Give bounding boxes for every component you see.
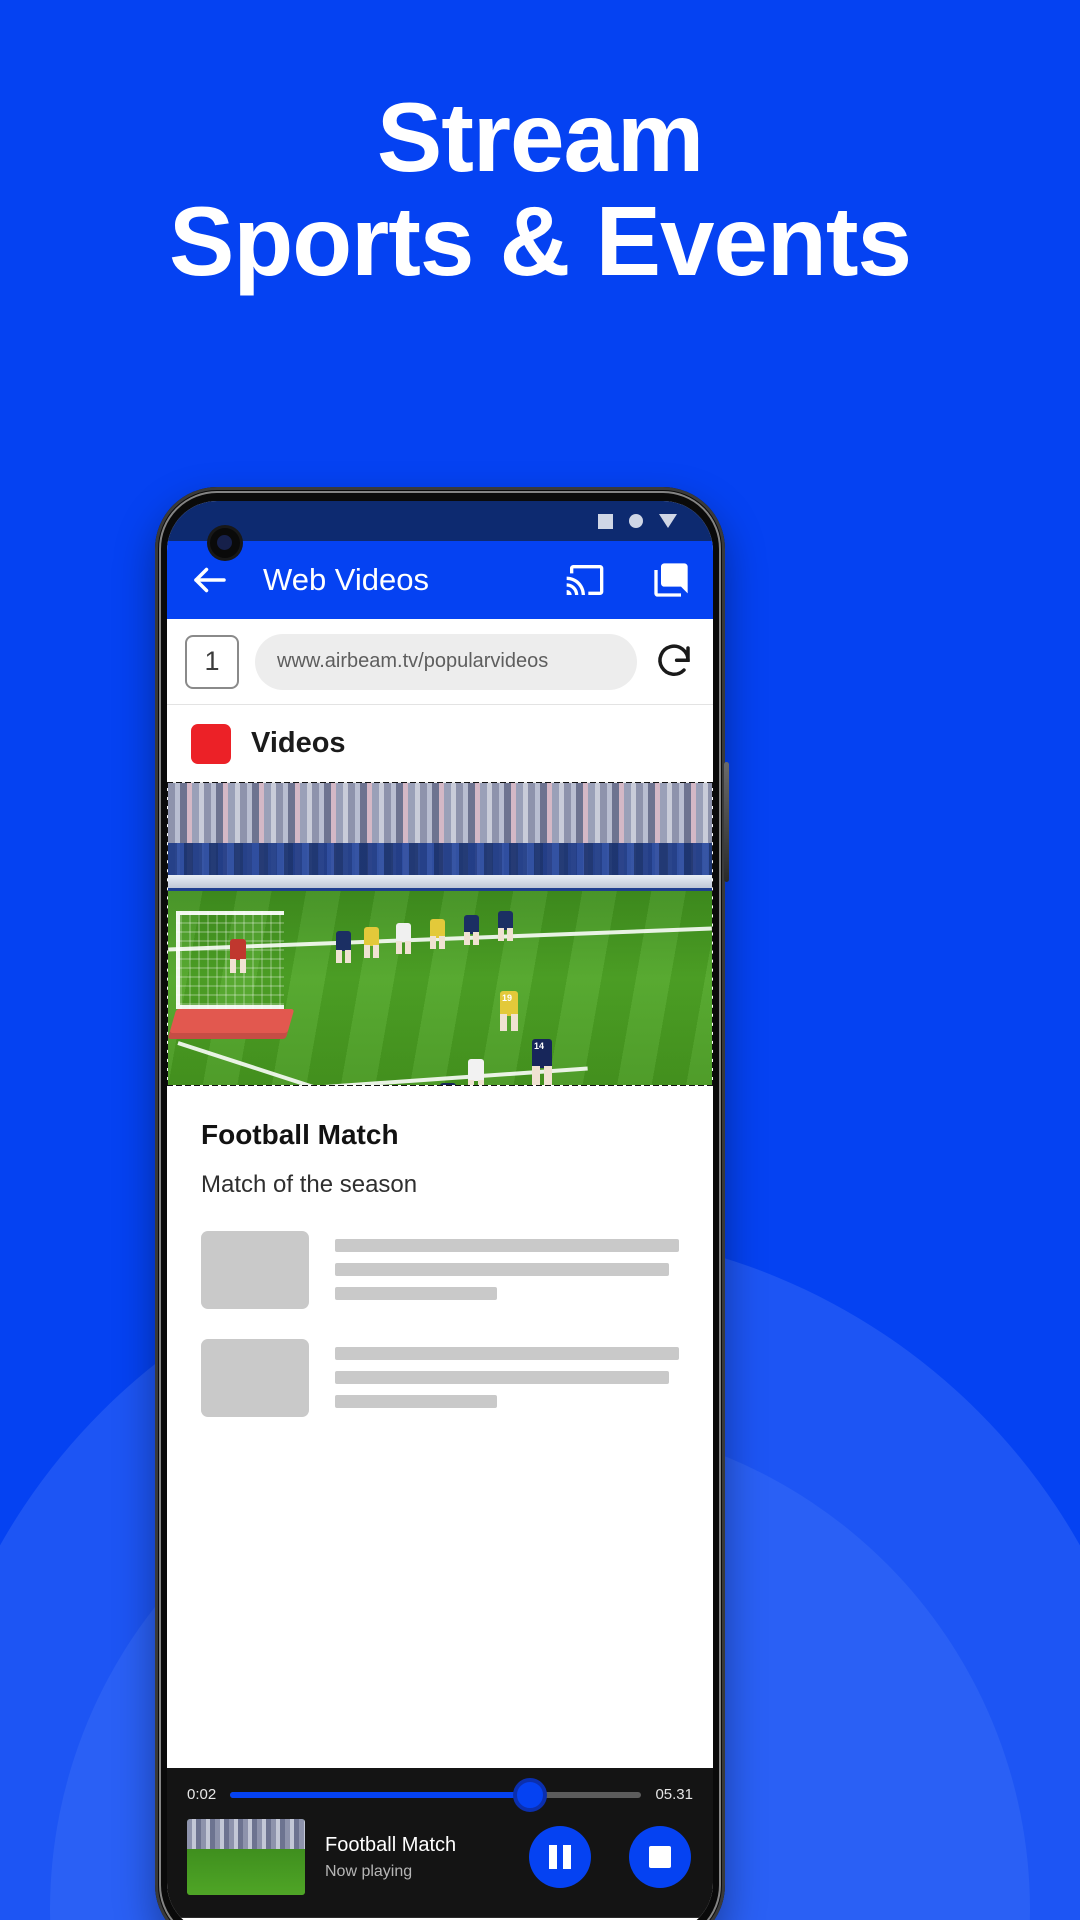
- progress-fill: [230, 1791, 531, 1798]
- progress-row: 0:02 05.31: [167, 1768, 713, 1812]
- player-figure: [468, 1059, 484, 1085]
- headline-line-1: Stream: [376, 82, 704, 192]
- current-time: 0:02: [187, 1786, 217, 1803]
- skeleton-thumbnail: [201, 1339, 309, 1417]
- advertising-board: [168, 1009, 295, 1039]
- app-bar-title: Web Videos: [263, 562, 430, 597]
- triangle-down-icon: [659, 514, 677, 528]
- list-item[interactable]: [201, 1231, 679, 1311]
- list-item[interactable]: [201, 1339, 679, 1419]
- videos-label: Videos: [251, 727, 346, 759]
- player-figure: [498, 911, 513, 941]
- player-figure: [396, 923, 411, 954]
- url-input[interactable]: www.airbeam.tv/popularvideos: [255, 633, 637, 690]
- player-figure: [230, 939, 246, 973]
- headline-line-2: Sports & Events: [169, 185, 912, 296]
- player-figure: [364, 927, 379, 958]
- app-bar: Web Videos: [167, 541, 713, 619]
- skeleton-lines: [335, 1339, 679, 1419]
- tab-count-button[interactable]: 1: [185, 634, 239, 689]
- video-info: Football Match Match of the season: [167, 1085, 713, 1205]
- browser-toolbar: 1 www.airbeam.tv/popularvideos: [167, 619, 713, 705]
- videos-section-header: Videos: [167, 705, 713, 783]
- now-playing-row: Football Match Now playing: [167, 1809, 713, 1917]
- circle-icon: [629, 514, 643, 528]
- video-title: Football Match: [201, 1119, 399, 1150]
- forum-icon[interactable]: [651, 560, 691, 600]
- promo-headline: Stream Sports & Events: [0, 85, 1080, 296]
- youtube-mark-icon: [191, 723, 231, 764]
- stadium-crowd-band: [168, 843, 712, 877]
- status-bar: [167, 501, 713, 541]
- square-icon: [598, 513, 613, 529]
- front-camera-icon: [207, 525, 243, 561]
- player-figure: 14: [532, 1039, 552, 1085]
- player-figure: [336, 931, 351, 963]
- football-pitch: 19 14: [168, 891, 712, 1085]
- cast-icon[interactable]: [565, 560, 605, 600]
- arrow-left-icon[interactable]: [189, 559, 231, 601]
- now-playing-status: Now playing: [325, 1862, 413, 1880]
- video-subtitle: Match of the season: [201, 1171, 418, 1198]
- progress-knob[interactable]: [513, 1777, 548, 1812]
- related-videos-skeleton: [167, 1205, 713, 1467]
- now-playing-title: Football Match: [325, 1833, 457, 1856]
- now-playing-meta: Football Match Now playing: [325, 1834, 509, 1881]
- media-player-bar: 0:02 05.31 Football Match Now playing: [167, 1768, 713, 1920]
- skeleton-lines: [335, 1231, 679, 1311]
- player-figure: [440, 1083, 456, 1085]
- player-figure: 19: [500, 991, 518, 1031]
- player-figure: [464, 915, 479, 945]
- pause-icon[interactable]: [529, 1826, 591, 1888]
- pitch-barrier: [168, 875, 712, 891]
- pitch-line-diagonal-1: [177, 1041, 579, 1085]
- phone-mockup: Web Videos 1 www.airbeam.tv/popularvideo…: [155, 487, 729, 1920]
- progress-slider[interactable]: [230, 1777, 642, 1812]
- player-figure: [430, 919, 445, 949]
- stop-icon[interactable]: [629, 1826, 691, 1888]
- skeleton-thumbnail: [201, 1231, 309, 1309]
- phone-screen: Web Videos 1 www.airbeam.tv/popularvideo…: [167, 501, 713, 1920]
- refresh-icon[interactable]: [653, 641, 695, 683]
- total-time: 05.31: [655, 1786, 693, 1803]
- now-playing-thumbnail[interactable]: [187, 1819, 305, 1895]
- video-capture-area[interactable]: 19 14: [167, 782, 713, 1086]
